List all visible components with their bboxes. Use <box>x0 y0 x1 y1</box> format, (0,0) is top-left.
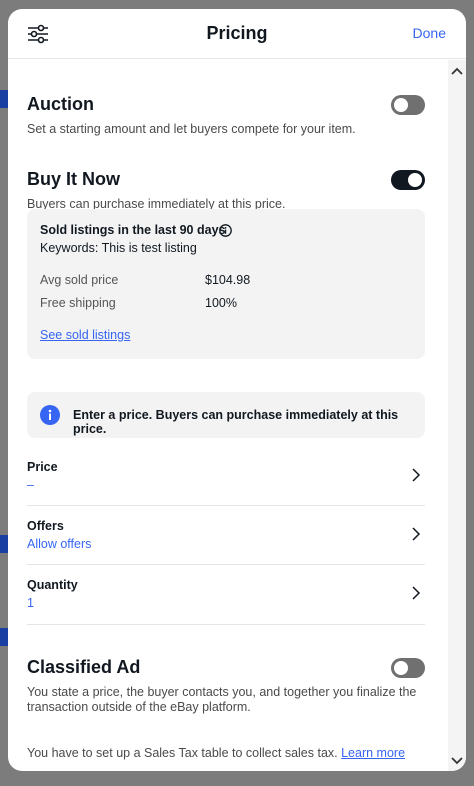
chevron-right-icon <box>411 586 421 600</box>
toggle-knob <box>408 173 422 187</box>
price-notice: Enter a price. Buyers can purchase immed… <box>27 392 425 438</box>
chevron-down-icon[interactable] <box>451 753 463 765</box>
sales-tax-text: You have to set up a Sales Tax table to … <box>27 746 338 760</box>
chevron-right-icon <box>411 468 421 482</box>
background-fragment <box>0 90 8 108</box>
buy-it-now-title: Buy It Now <box>27 169 120 189</box>
divider <box>27 505 425 506</box>
dialog-body: Auction Set a starting amount and let bu… <box>8 60 446 771</box>
background-fragment <box>0 628 8 646</box>
info-icon[interactable] <box>219 224 232 237</box>
row-label: Quantity <box>27 578 78 592</box>
learn-more-link[interactable]: Learn more <box>341 746 405 760</box>
auction-description: Set a starting amount and let buyers com… <box>27 122 356 136</box>
sold-listings-keywords: Keywords: This is test listing <box>40 241 197 255</box>
classified-ad-description: You state a price, the buyer contacts yo… <box>27 685 417 714</box>
auction-toggle[interactable] <box>391 95 425 115</box>
quantity-row[interactable]: Quantity 1 <box>27 570 425 629</box>
sales-tax-note: You have to set up a Sales Tax table to … <box>27 746 405 760</box>
notice-text: Enter a price. Buyers can purchase immed… <box>73 408 399 436</box>
done-button[interactable]: Done <box>413 25 446 41</box>
auction-title: Auction <box>27 94 94 114</box>
stat-value: 100% <box>205 296 237 310</box>
dialog-header: Pricing Done <box>8 9 466 59</box>
info-circle-icon <box>40 405 60 425</box>
chevron-up-icon[interactable] <box>451 65 463 77</box>
row-value: Allow offers <box>27 537 92 551</box>
stat-value: $104.98 <box>205 273 251 287</box>
stat-label: Free shipping <box>40 296 116 310</box>
stat-label: Avg sold price <box>40 273 119 287</box>
row-value: – <box>27 478 34 492</box>
price-row[interactable]: Price – <box>27 452 425 511</box>
background-fragment <box>0 535 8 553</box>
sold-listings-heading: Sold listings in the last 90 days <box>40 223 226 237</box>
sold-listings-panel: Sold listings in the last 90 days Keywor… <box>27 209 425 359</box>
toggle-knob <box>394 661 408 675</box>
row-label: Price <box>27 460 58 474</box>
buy-it-now-toggle[interactable] <box>391 170 425 190</box>
divider <box>27 564 425 565</box>
classified-ad-title: Classified Ad <box>27 657 141 677</box>
dialog-title: Pricing <box>206 23 268 43</box>
divider <box>27 624 425 625</box>
row-value: 1 <box>27 596 34 610</box>
see-sold-listings-link[interactable]: See sold listings <box>40 328 130 342</box>
chevron-right-icon <box>411 527 421 541</box>
row-label: Offers <box>27 519 64 533</box>
offers-row[interactable]: Offers Allow offers <box>27 511 425 570</box>
pricing-dialog: Pricing Done Auction Set a starting amou… <box>8 9 466 771</box>
toggle-knob <box>394 98 408 112</box>
classified-ad-toggle[interactable] <box>391 658 425 678</box>
scrollbar[interactable] <box>448 60 466 771</box>
